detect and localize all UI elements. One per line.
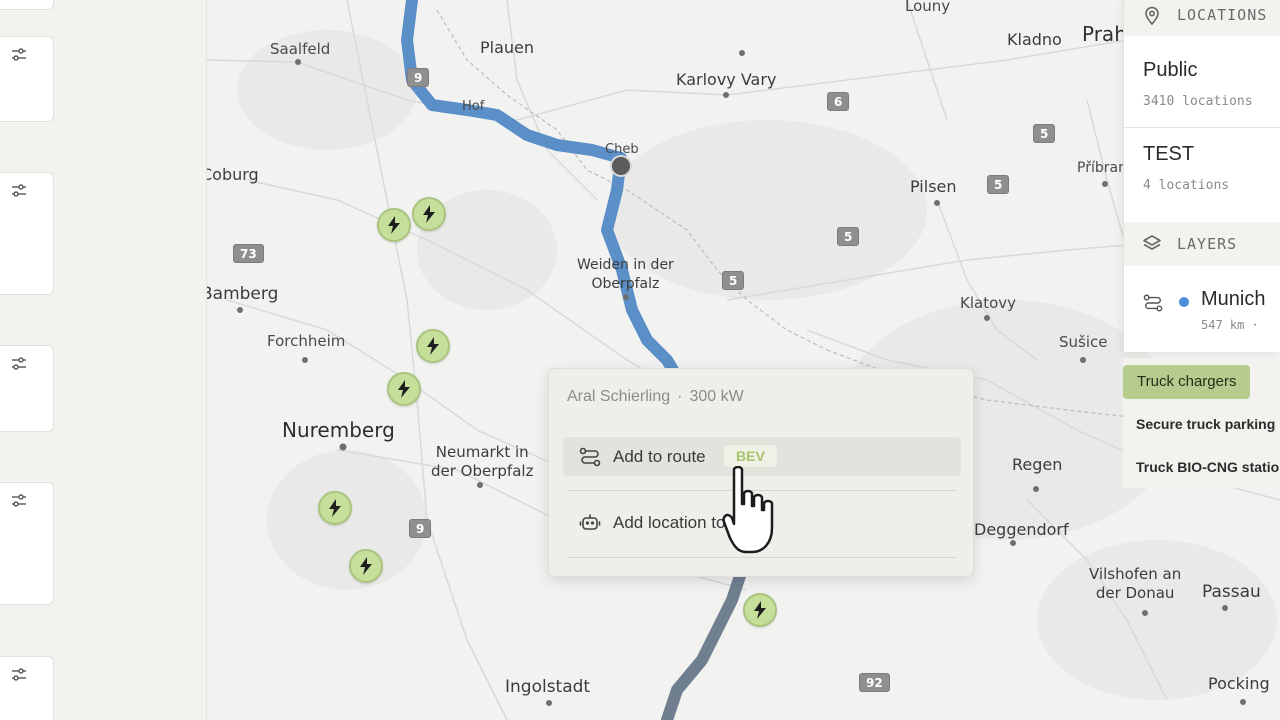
- lightning-icon: [388, 216, 400, 234]
- road-shield: 5: [987, 175, 1010, 194]
- city-label: Forchheim: [267, 332, 346, 350]
- city-label: Hof: [462, 99, 485, 114]
- charger-marker[interactable]: [377, 208, 411, 242]
- bot-icon: [579, 514, 601, 530]
- road-shield: 92: [859, 673, 890, 692]
- road-shield: 5: [837, 227, 860, 246]
- popup-header: Aral Schierling · 300 kW: [567, 388, 744, 406]
- charger-marker[interactable]: [743, 593, 777, 627]
- layer-color-dot: [1179, 297, 1189, 307]
- station-name: Aral Schierling: [567, 388, 671, 405]
- lightning-icon: [360, 557, 372, 575]
- sliders-icon[interactable]: [11, 47, 27, 63]
- filter-secure-truck-parking[interactable]: Secure truck parking: [1122, 407, 1280, 441]
- charger-marker[interactable]: [416, 329, 450, 363]
- sidebar-card[interactable]: [0, 656, 54, 720]
- city-label: Pilsen: [910, 177, 957, 196]
- route-waypoint[interactable]: [610, 155, 632, 177]
- city-label: Plauen: [480, 38, 535, 57]
- city-label: Louny: [905, 0, 951, 15]
- sidebar-card[interactable]: [0, 172, 54, 295]
- map-pin-icon: [1145, 6, 1159, 26]
- city-label: Pocking: [1208, 674, 1270, 693]
- divider: [1124, 127, 1280, 128]
- city-label: Passau: [1202, 582, 1261, 602]
- city-label: Bamberg: [207, 284, 279, 304]
- separator: ·: [677, 388, 683, 405]
- lightning-icon: [329, 499, 341, 517]
- city-label: Sušice: [1059, 333, 1108, 351]
- locations-header[interactable]: LOCATIONS: [1124, 0, 1280, 36]
- city-label: Vilshofen an der Donau: [1089, 565, 1182, 602]
- vehicle-type-badge: BEV: [724, 445, 777, 467]
- filter-truck-bio-cng[interactable]: Truck BIO-CNG stations: [1122, 450, 1280, 484]
- layer-name[interactable]: Munich: [1201, 288, 1265, 311]
- city-label: Ingolstadt: [505, 677, 591, 697]
- locations-title: LOCATIONS: [1177, 6, 1268, 24]
- lightning-icon: [754, 601, 766, 619]
- right-panel: LOCATIONS Public 3410 locations TEST 4 l…: [1123, 0, 1280, 352]
- city-label: Deggendorf: [974, 520, 1069, 539]
- sliders-icon[interactable]: [11, 493, 27, 509]
- station-power: 300 kW: [689, 388, 744, 405]
- lightning-icon: [423, 205, 435, 223]
- road-shield: 73: [233, 244, 264, 263]
- filter-chips: Truck chargers Secure truck parking Truc…: [1123, 358, 1280, 488]
- sliders-icon[interactable]: [11, 667, 27, 683]
- sidebar-card[interactable]: [0, 0, 54, 10]
- filter-truck-chargers[interactable]: Truck chargers: [1123, 365, 1251, 399]
- sidebar-card[interactable]: [0, 345, 54, 432]
- city-label: Karlovy Vary: [676, 70, 777, 89]
- sliders-icon[interactable]: [11, 356, 27, 372]
- left-sidebar: [0, 0, 207, 720]
- charger-marker[interactable]: [412, 197, 446, 231]
- layer-distance: 547 km ·: [1201, 318, 1259, 332]
- location-name: TEST: [1143, 143, 1195, 165]
- route-icon: [1143, 294, 1163, 312]
- city-label: Nuremberg: [282, 418, 395, 442]
- city-label: Coburg: [207, 165, 259, 184]
- sidebar-card[interactable]: [0, 482, 54, 605]
- location-name: Public: [1143, 59, 1198, 81]
- city-label: Klatovy: [960, 294, 1017, 312]
- layers-title: LAYERS: [1177, 235, 1238, 253]
- charger-marker[interactable]: [349, 549, 383, 583]
- road-shield: 6: [827, 92, 850, 111]
- route-icon: [579, 447, 601, 467]
- sliders-icon[interactable]: [11, 183, 27, 199]
- lightning-icon: [427, 337, 439, 355]
- road-shield: 9: [409, 519, 432, 538]
- city-label: Saalfeld: [270, 40, 331, 58]
- road-shield: 5: [1033, 124, 1056, 143]
- layers-icon: [1143, 235, 1161, 250]
- add-to-route-label: Add to route: [613, 447, 706, 466]
- city-label: Kladno: [1007, 30, 1062, 49]
- location-count: 3410 locations: [1143, 94, 1253, 109]
- charger-marker[interactable]: [318, 491, 352, 525]
- city-label: Regen: [1012, 455, 1063, 474]
- hand-cursor-icon: [722, 466, 774, 554]
- road-shield: 5: [722, 271, 745, 290]
- layers-header[interactable]: LAYERS: [1124, 222, 1280, 266]
- location-count: 4 locations: [1143, 178, 1230, 193]
- city-label: Neumarkt in der Oberpfalz: [431, 443, 534, 480]
- map-canvas[interactable]: Louny Saalfeld Plauen Kladno Praha Karlo…: [207, 0, 1280, 720]
- city-label: Weiden in der Oberpfalz: [577, 257, 674, 292]
- lightning-icon: [398, 380, 410, 398]
- road-shield: 9: [407, 68, 430, 87]
- sidebar-card[interactable]: [0, 36, 54, 122]
- charger-marker[interactable]: [387, 372, 421, 406]
